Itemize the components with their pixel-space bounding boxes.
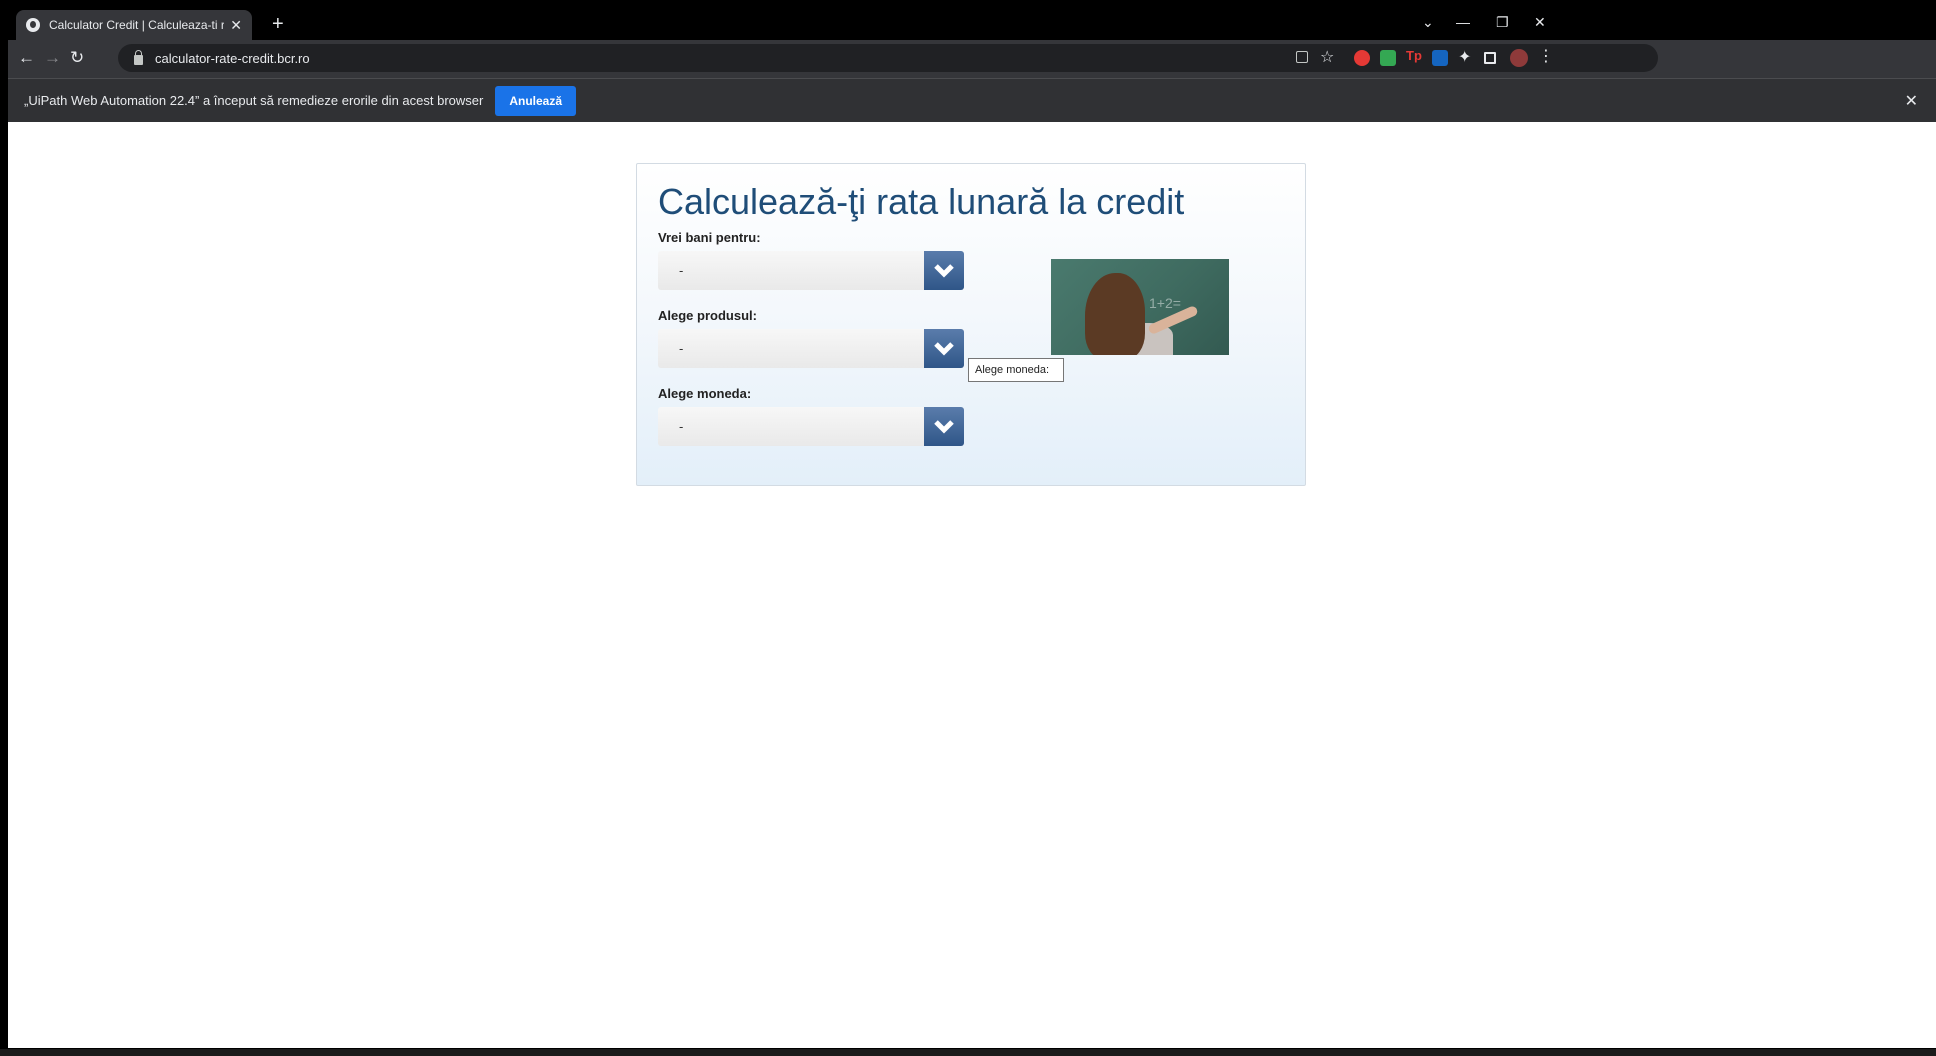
extension-tp-icon[interactable]: Tp — [1406, 48, 1422, 64]
extension-ui-icon[interactable] — [1432, 50, 1448, 66]
chalkboard-text: 1+2= — [1149, 295, 1181, 311]
minimize-button[interactable]: — — [1456, 14, 1470, 30]
purpose-select[interactable]: - — [658, 251, 964, 290]
currency-select-value: - — [679, 419, 684, 434]
page-title: Calculează-ţi rata lunară la credit — [658, 181, 1185, 222]
close-window-button[interactable]: ✕ — [1534, 14, 1546, 31]
tab-title: Calculator Credit | Calculeaza-ti r — [49, 18, 225, 32]
image-hair — [1085, 273, 1145, 355]
currency-tooltip: Alege moneda: — [968, 358, 1064, 382]
extension-green-icon[interactable] — [1380, 50, 1396, 66]
chevron-down-icon[interactable] — [924, 329, 964, 368]
lock-icon[interactable] — [134, 49, 143, 65]
tab-strip: Calculator Credit | Calculeaza-ti r ✕ + … — [8, 8, 1936, 40]
purpose-select-value: - — [679, 263, 684, 278]
screen: Calculator Credit | Calculeaza-ti r ✕ + … — [0, 0, 1936, 1056]
sidepanel-icon[interactable] — [1484, 52, 1496, 64]
product-label: Alege produsul: — [658, 308, 757, 323]
product-select[interactable]: - — [658, 329, 964, 368]
puzzle-icon[interactable]: ✦ — [1458, 47, 1474, 66]
tab-close-icon[interactable]: ✕ — [230, 17, 242, 34]
currency-label: Alege moneda: — [658, 386, 752, 401]
infobar-close-icon[interactable]: ✕ — [1905, 91, 1918, 111]
globe-icon — [26, 18, 40, 32]
address-bar[interactable]: calculator-rate-credit.bcr.ro — [118, 44, 1658, 72]
purpose-label: Vrei bani pentru: — [658, 230, 761, 245]
chevron-down-icon[interactable] — [924, 407, 964, 446]
new-tab-button[interactable]: + — [272, 14, 284, 34]
share-icon[interactable] — [1296, 51, 1308, 63]
url-text: calculator-rate-credit.bcr.ro — [155, 50, 310, 66]
active-tab[interactable]: Calculator Credit | Calculeaza-ti r ✕ — [16, 10, 252, 40]
tab-search-icon[interactable]: ⌄ — [1422, 14, 1434, 31]
infobar-message: „UiPath Web Automation 22.4” a început s… — [24, 93, 484, 108]
reload-button[interactable]: ↻ — [70, 48, 84, 68]
credit-calculator-panel: Calculează-ţi rata lunară la credit Vrei… — [636, 163, 1306, 486]
automation-infobar: „UiPath Web Automation 22.4” a început s… — [8, 78, 1936, 122]
avatar-icon[interactable] — [1510, 49, 1528, 67]
teacher-chalkboard-image: 1+2= — [1051, 259, 1229, 355]
page-content: Calculează-ţi rata lunară la credit Vrei… — [8, 123, 1936, 1048]
star-icon[interactable]: ☆ — [1320, 47, 1336, 66]
browser-window: Calculator Credit | Calculeaza-ti r ✕ + … — [8, 8, 1936, 1048]
currency-select[interactable]: - — [658, 407, 964, 446]
restore-button[interactable]: ❐ — [1496, 14, 1509, 31]
taskbar — [0, 1049, 1936, 1056]
browser-toolbar: ← → ↻ calculator-rate-credit.bcr.ro ☆ Tp… — [8, 40, 1936, 78]
menu-icon[interactable]: ⋮ — [1538, 46, 1554, 65]
forward-button[interactable]: → — [44, 48, 61, 68]
extension-red-icon[interactable] — [1354, 50, 1370, 66]
chevron-down-icon[interactable] — [924, 251, 964, 290]
product-select-value: - — [679, 341, 684, 356]
back-button[interactable]: ← — [18, 48, 35, 68]
cancel-button[interactable]: Anulează — [495, 85, 577, 116]
